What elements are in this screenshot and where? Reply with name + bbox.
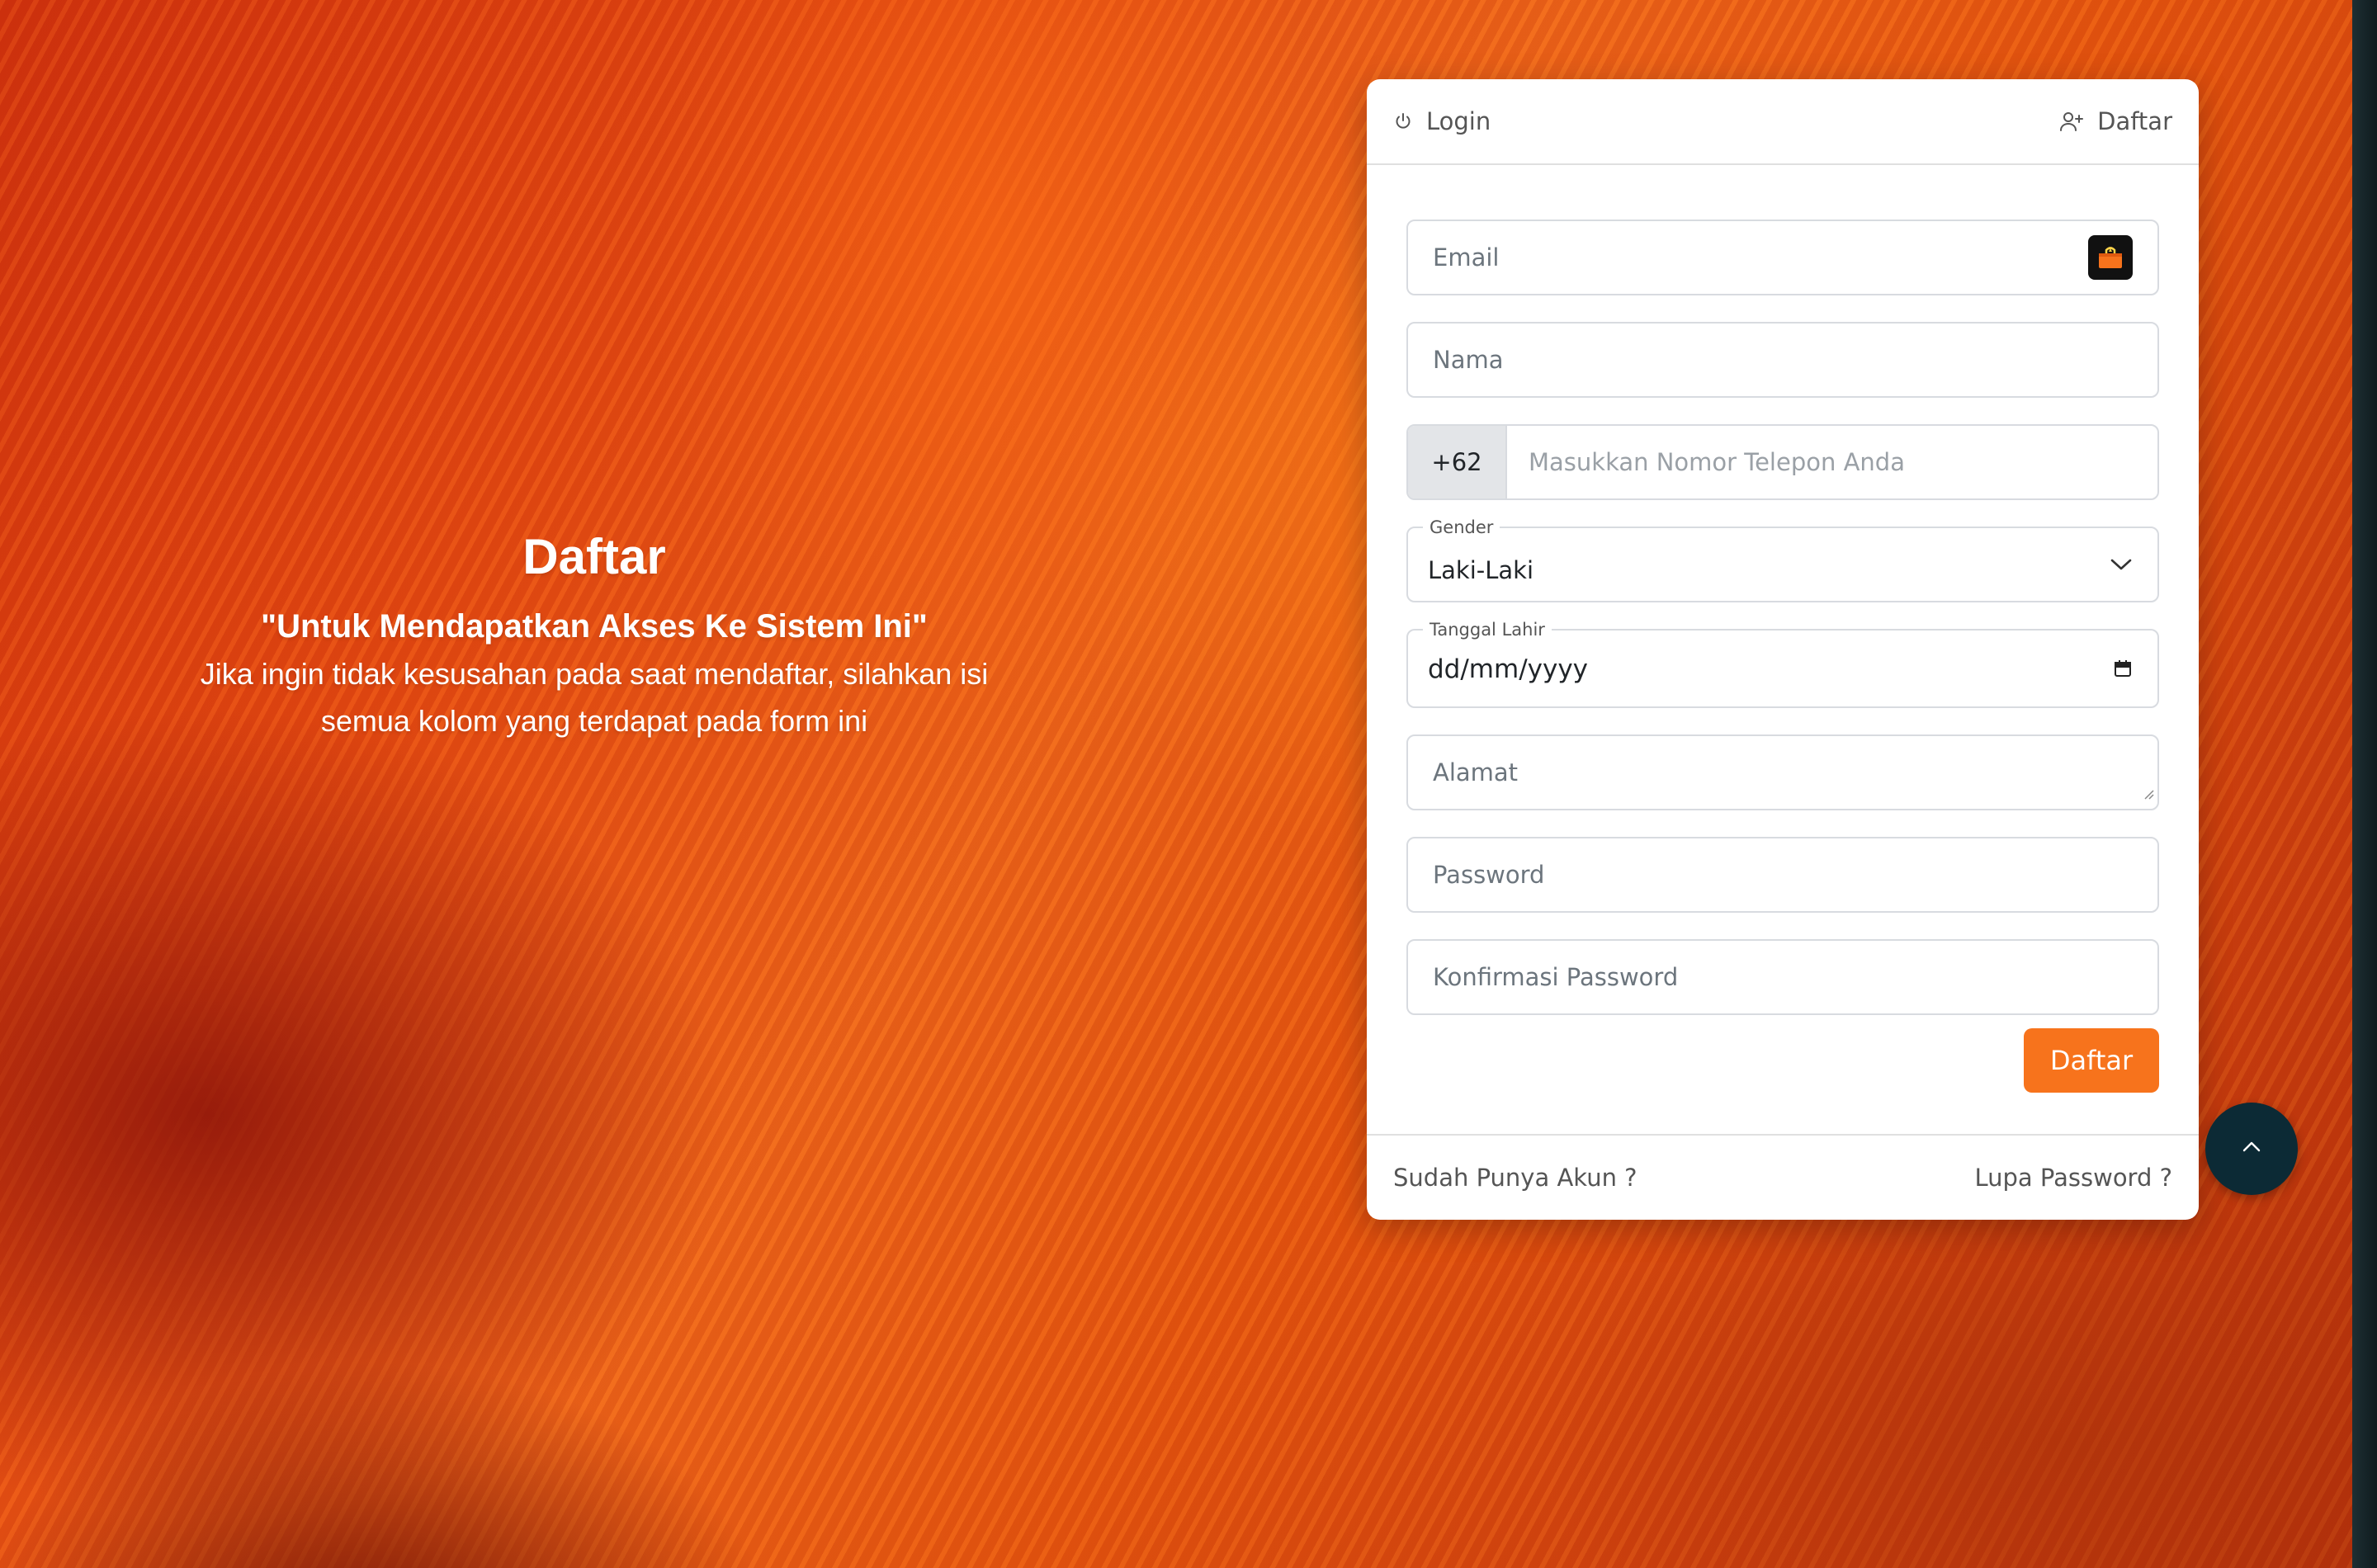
calendar-icon[interactable] <box>2113 659 2133 678</box>
window-edge <box>2352 0 2377 1568</box>
chevron-down-icon <box>2110 557 2133 572</box>
tab-login-label: Login <box>1426 107 1491 135</box>
register-form: Email Nama +62 Masukkan Nomor Telepon An… <box>1367 165 2199 1093</box>
submit-row: Daftar <box>1406 1028 2159 1093</box>
birthdate-value: dd/mm/yyyy <box>1428 654 1589 684</box>
gender-value: Laki-Laki <box>1428 556 1534 584</box>
hero-description: Jika ingin tidak kesusahan pada saat men… <box>200 657 989 738</box>
password-field[interactable]: Password <box>1406 837 2159 913</box>
phone-placeholder: Masukkan Nomor Telepon Anda <box>1529 448 1905 476</box>
gender-label: Gender <box>1423 517 1500 538</box>
scroll-top-button[interactable] <box>2205 1103 2298 1195</box>
email-placeholder: Email <box>1433 243 1500 272</box>
email-field[interactable]: Email <box>1406 220 2159 295</box>
chevron-up-icon <box>2240 1140 2263 1158</box>
gender-select[interactable]: Gender Laki-Laki <box>1406 517 2159 602</box>
address-textarea[interactable]: Alamat <box>1406 734 2159 810</box>
hero-quote: "Untuk Mendapatkan Akses Ke Sistem Ini" <box>261 608 928 645</box>
card-footer: Sudah Punya Akun ? Lupa Password ? <box>1367 1134 2199 1220</box>
tab-register-label: Daftar <box>2097 107 2172 135</box>
tab-register[interactable]: Daftar <box>2059 107 2172 135</box>
phone-input[interactable]: Masukkan Nomor Telepon Anda <box>1507 426 2157 498</box>
have-account-link[interactable]: Sudah Punya Akun ? <box>1393 1164 1637 1192</box>
hero-section: Daftar "Untuk Mendapatkan Akses Ke Siste… <box>132 528 1056 744</box>
birthdate-label: Tanggal Lahir <box>1423 619 1552 640</box>
name-placeholder: Nama <box>1433 346 1504 374</box>
password-placeholder: Password <box>1433 861 1545 889</box>
user-plus-icon <box>2059 111 2084 132</box>
forgot-password-link[interactable]: Lupa Password ? <box>1975 1164 2173 1192</box>
page-background: Daftar "Untuk Mendapatkan Akses Ke Siste… <box>0 0 2377 1568</box>
register-card: Login Daftar Email Nama +62 Masukkan Nom… <box>1367 79 2199 1220</box>
resize-grip-icon[interactable] <box>2143 777 2154 805</box>
tab-login[interactable]: Login <box>1393 107 1491 135</box>
confirm-password-field[interactable]: Konfirmasi Password <box>1406 939 2159 1015</box>
register-submit-button[interactable]: Daftar <box>2024 1028 2159 1093</box>
password-manager-icon[interactable] <box>2088 235 2133 280</box>
birthdate-field[interactable]: Tanggal Lahir dd/mm/yyyy <box>1406 619 2159 708</box>
hero-title: Daftar <box>522 529 666 584</box>
phone-input-group: +62 Masukkan Nomor Telepon Anda <box>1406 424 2159 500</box>
address-placeholder: Alamat <box>1433 758 1519 786</box>
phone-prefix: +62 <box>1408 426 1507 498</box>
confirm-password-placeholder: Konfirmasi Password <box>1433 963 1679 991</box>
power-icon <box>1393 111 1413 131</box>
card-tabs: Login Daftar <box>1367 79 2199 165</box>
name-field[interactable]: Nama <box>1406 322 2159 398</box>
